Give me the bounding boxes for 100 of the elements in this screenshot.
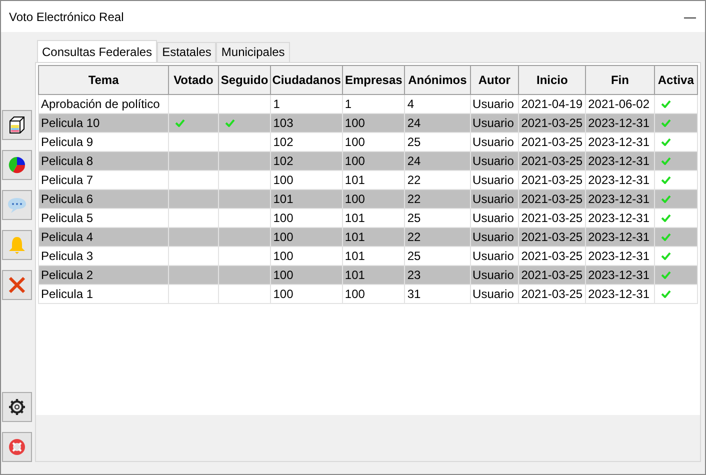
column-header[interactable]: Tema	[38, 66, 169, 94]
column-header[interactable]: Votado	[168, 66, 218, 94]
minimize-button[interactable]: —	[675, 10, 705, 24]
table-cell: 2023-12-31	[588, 211, 650, 225]
table-cell: 2023-12-31	[588, 135, 650, 149]
table-cell: 102	[273, 135, 294, 149]
table-cell: 2021-03-25	[521, 230, 583, 244]
table-cell: 2021-03-25	[521, 211, 583, 225]
table-cell: 2021-03-25	[521, 249, 583, 263]
tab[interactable]: Estatales	[157, 42, 216, 62]
table-cell: Usuario	[472, 287, 514, 301]
table-cell: 2023-12-31	[588, 230, 650, 244]
table-cell: Pelicula 3	[41, 249, 94, 263]
tab[interactable]: Consultas Federales	[37, 40, 158, 62]
table-cell: Pelicula 4	[41, 230, 94, 244]
column-header[interactable]: Empresas	[342, 66, 405, 94]
table-cell: Usuario	[472, 249, 514, 263]
table-cell: 100	[344, 154, 365, 168]
column-header[interactable]: Autor	[470, 66, 519, 94]
table-cell: 101	[344, 173, 365, 187]
table-cell: 101	[273, 192, 294, 206]
table-cell: Pelicula 10	[41, 116, 100, 130]
table-cell: 2023-12-31	[588, 154, 650, 168]
table-cell: 2023-12-31	[588, 173, 650, 187]
table-cell: 22	[407, 230, 421, 244]
table-cell: Aprobación de político	[41, 97, 160, 111]
table-cell: 2021-04-19	[521, 97, 583, 111]
table-cell: 25	[407, 211, 421, 225]
table-cell: Pelicula 9	[41, 135, 94, 149]
table-cell: 2023-12-31	[588, 268, 650, 282]
table-cell: 2021-03-25	[521, 192, 583, 206]
table-cell: 25	[407, 249, 421, 263]
table-cell: 100	[344, 287, 365, 301]
table-cell: 100	[344, 116, 365, 130]
bell-icon	[8, 236, 26, 254]
table-cell: 2023-12-31	[588, 287, 650, 301]
table-cell: 4	[407, 97, 414, 111]
table-cell: Pelicula 5	[41, 211, 94, 225]
table-cell: 100	[273, 268, 294, 282]
table-cell: 2023-12-31	[588, 249, 650, 263]
table-cell: 2021-03-25	[521, 287, 583, 301]
table-cell: 25	[407, 135, 421, 149]
table-cell: 2023-12-31	[588, 116, 650, 130]
table-cell: 100	[273, 230, 294, 244]
cube-icon	[8, 116, 26, 134]
toolbar-button[interactable]	[2, 150, 32, 180]
table-cell: 2023-12-31	[588, 192, 650, 206]
lifebuoy-icon	[8, 438, 26, 456]
table-cell: 31	[407, 287, 421, 301]
window-title: Voto Electrónico Real	[9, 10, 124, 24]
table-cell: Pelicula 8	[41, 154, 94, 168]
table-cell: 101	[344, 249, 365, 263]
close-icon	[8, 276, 26, 294]
table-cell: Usuario	[472, 135, 514, 149]
table-cell: 100	[273, 173, 294, 187]
column-header[interactable]: Fin	[586, 66, 654, 94]
column-header[interactable]: Inicio	[518, 66, 586, 94]
table-cell: 100	[273, 287, 294, 301]
table-cell: 101	[344, 230, 365, 244]
column-header[interactable]: Anónimos	[404, 66, 470, 94]
table-cell: Usuario	[472, 116, 514, 130]
table-cell: 2021-06-02	[588, 97, 650, 111]
table-cell: Usuario	[472, 173, 514, 187]
column-header[interactable]: Ciudadanos	[270, 66, 342, 94]
table-cell: 1	[344, 97, 352, 111]
chat-bubble-icon	[7, 196, 27, 214]
table-cell: Usuario	[472, 154, 514, 168]
table-cell: 2021-03-25	[521, 135, 583, 149]
tab[interactable]: Municipales	[216, 42, 290, 62]
table-cell: Usuario	[472, 97, 514, 111]
table-cell: 100	[273, 249, 294, 263]
table-cell: 102	[273, 154, 294, 168]
table-cell: 100	[344, 192, 365, 206]
table-cell: Usuario	[472, 192, 514, 206]
table-cell: 101	[344, 211, 365, 225]
settings-icon	[8, 398, 26, 416]
toolbar-button[interactable]	[2, 110, 32, 140]
table-cell: 22	[407, 192, 421, 206]
table-cell: 100	[344, 135, 365, 149]
table-cell: 101	[344, 268, 365, 282]
table-cell: Pelicula 6	[41, 192, 94, 206]
table-cell: Pelicula 1	[41, 287, 94, 301]
table-cell: Pelicula 7	[41, 173, 94, 187]
table-cell: 22	[407, 173, 421, 187]
column-header[interactable]: Seguido	[218, 66, 271, 94]
table-cell: Pelicula 2	[41, 268, 94, 282]
table-cell: 2021-03-25	[521, 268, 583, 282]
pie-chart-icon	[8, 156, 26, 174]
table-cell: 103	[273, 116, 294, 130]
toolbar-button[interactable]	[2, 392, 32, 422]
table-cell: 23	[407, 268, 421, 282]
table-cell: 2021-03-25	[521, 173, 583, 187]
table-cell: Usuario	[472, 268, 514, 282]
column-header[interactable]: Activa	[654, 66, 698, 94]
table-cell: 2021-03-25	[521, 116, 583, 130]
table-cell: 24	[407, 154, 421, 168]
table-cell: Usuario	[472, 230, 514, 244]
table-cell: Usuario	[472, 211, 514, 225]
table-cell: 100	[273, 211, 294, 225]
table-cell: 2021-03-25	[521, 154, 583, 168]
